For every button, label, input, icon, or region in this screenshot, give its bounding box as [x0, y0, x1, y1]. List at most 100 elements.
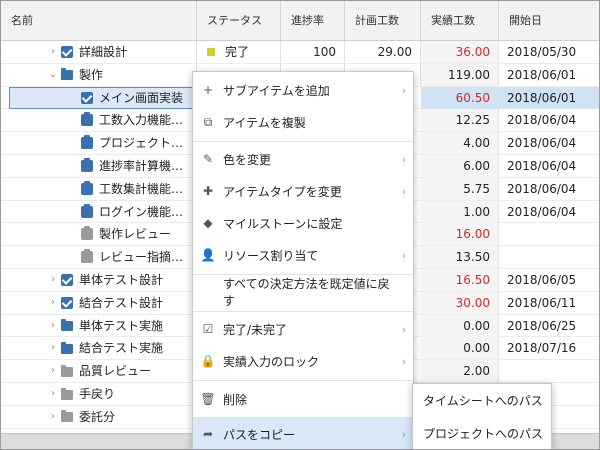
menu-item-reset-defaults[interactable]: すべての決定方法を既定値に戻す — [193, 277, 413, 308]
trash-icon: 🗑 — [200, 392, 216, 406]
menu-item-assign-resource[interactable]: 👤 リソース割り当て › — [193, 240, 413, 270]
row-name: メイン画面実装 — [99, 90, 184, 105]
row-actual: 0.00 — [421, 337, 499, 360]
row-actual: 6.00 — [421, 155, 499, 177]
row-name: 単体テスト実施 — [79, 318, 164, 333]
task-icon — [81, 112, 93, 127]
row-start: 2018/05/30 — [507, 45, 577, 59]
chevron-right-icon[interactable]: › — [47, 360, 59, 382]
folder-icon — [61, 364, 73, 377]
folder-icon — [61, 410, 73, 423]
row-progress: 100 — [281, 41, 345, 63]
row-status: 完了 — [225, 45, 250, 59]
task-icon — [81, 135, 93, 150]
row-name: 品質レビュー — [79, 364, 152, 379]
row-start: 2018/06/04 — [507, 204, 577, 219]
chevron-right-icon: › — [401, 83, 407, 97]
row-plan: 29.00 — [345, 41, 421, 63]
column-header-start-date[interactable]: 開始日 — [499, 1, 599, 41]
row-start: 2018/06/25 — [507, 318, 577, 333]
submenu-item-project-path[interactable]: プロジェクトへのパス — [413, 419, 551, 449]
project-grid-window: 名前 ステータス 進捗率 計画工数 実績工数 開始日 › 詳細設計 完了 100 … — [0, 0, 600, 450]
review-task-icon — [81, 226, 93, 241]
row-start: 2018/06/01 — [507, 67, 577, 82]
menu-item-delete[interactable]: 🗑 削除 — [193, 384, 413, 414]
menu-item-change-color[interactable]: ✎ 色を変更 › — [193, 144, 413, 174]
chevron-right-icon[interactable]: › — [47, 269, 59, 291]
row-actual: 30.00 — [421, 291, 499, 314]
task-icon — [81, 203, 93, 218]
checkbox-checked-icon — [81, 91, 93, 104]
row-name: 工数入力機能… — [99, 113, 184, 128]
menu-separator — [193, 141, 413, 142]
row-name: 進捗率計算機… — [99, 159, 184, 173]
chevron-right-icon[interactable]: › — [47, 41, 59, 63]
row-start: 2018/06/05 — [507, 273, 577, 287]
row-name: プロジェクト… — [99, 136, 184, 151]
column-header-progress[interactable]: 進捗率 — [281, 1, 345, 41]
menu-item-lock-actuals[interactable]: 🔒 実績入力のロック › — [193, 346, 413, 376]
row-actual: 119.00 — [421, 63, 499, 86]
row-start: 2018/06/04 — [507, 159, 577, 173]
chevron-right-icon[interactable]: › — [47, 292, 59, 314]
copy-path-submenu: タイムシートへのパス プロジェクトへのパス — [412, 383, 552, 449]
row-name: 製作 — [79, 67, 104, 82]
chevron-down-icon[interactable]: ⌄ — [47, 64, 59, 86]
submenu-item-timesheet-path[interactable]: タイムシートへのパス — [413, 386, 551, 416]
menu-item-change-type[interactable]: ✚ アイテムタイプを変更 › — [193, 176, 413, 206]
person-add-icon: 👤 — [200, 248, 216, 262]
row-name: 手戻り — [79, 387, 116, 401]
row-name: ログイン機能… — [99, 204, 184, 219]
chevron-right-icon: › — [401, 248, 407, 262]
row-start: 2018/06/04 — [507, 113, 577, 128]
row-actual: 12.25 — [421, 109, 499, 132]
row-name: 結合テスト実施 — [79, 341, 164, 356]
row-actual: 5.75 — [421, 177, 499, 200]
task-icon — [81, 180, 93, 195]
menu-separator — [193, 380, 413, 381]
menu-item-set-milestone[interactable]: ◆ マイルストーンに設定 — [193, 208, 413, 238]
column-header-plan-hours[interactable]: 計画工数 — [345, 1, 421, 41]
row-name: 結合テスト設計 — [79, 295, 164, 310]
menu-item-add-subitem[interactable]: + サブアイテムを追加 › — [193, 75, 413, 105]
chevron-right-icon[interactable]: › — [47, 383, 59, 405]
row-name: 単体テスト設計 — [79, 273, 164, 287]
column-header-name[interactable]: 名前 — [1, 1, 197, 41]
row-name: 工数集計機能… — [99, 181, 184, 196]
chevron-right-icon: › — [401, 184, 407, 198]
chevron-right-icon[interactable]: › — [47, 406, 59, 428]
row-start: 2018/07/16 — [507, 341, 577, 356]
table-row[interactable]: › 詳細設計 完了 100 29.00 36.00 2018/05/30 — [1, 41, 599, 64]
row-start: 2018/06/01 — [499, 86, 599, 109]
row-actual: 16.50 — [421, 269, 499, 291]
checkbox-checked-icon — [61, 46, 73, 58]
menu-item-duplicate[interactable]: ⧉ アイテムを複製 — [193, 107, 413, 137]
row-name: 製作レビュー — [99, 227, 172, 242]
folder-icon — [61, 319, 73, 332]
context-menu: + サブアイテムを追加 › ⧉ アイテムを複製 ✎ 色を変更 › ✚ アイテムタイプを変更 ›… — [192, 71, 414, 449]
row-start: 2018/06/11 — [507, 295, 577, 310]
row-actual: 13.50 — [421, 246, 499, 269]
review-task-icon — [81, 249, 93, 264]
menu-item-copy-path[interactable]: ➦ パスをコピー › — [193, 417, 413, 449]
chevron-right-icon[interactable]: › — [47, 337, 59, 359]
column-header-status[interactable]: ステータス — [197, 1, 281, 41]
row-actual: 60.50 — [421, 86, 499, 109]
puzzle-icon: ✚ — [202, 184, 214, 198]
checkbox-checked-icon — [61, 296, 73, 309]
row-start: 2018/06/04 — [507, 181, 577, 196]
checkbox-icon: ☑ — [202, 322, 214, 336]
chevron-right-icon: › — [401, 354, 407, 368]
row-actual: 4.00 — [421, 132, 499, 155]
row-start: 2018/06/04 — [507, 136, 577, 151]
brush-icon: ✎ — [202, 152, 214, 166]
row-actual: 2.00 — [421, 360, 499, 383]
row-name: 詳細設計 — [79, 45, 128, 59]
menu-item-complete-toggle[interactable]: ☑ 完了/未完了 › — [193, 314, 413, 344]
folder-icon — [61, 387, 73, 400]
column-header-actual-hours[interactable]: 実績工数 — [421, 1, 499, 41]
row-actual: 36.00 — [421, 41, 499, 63]
chevron-right-icon[interactable]: › — [47, 315, 59, 337]
share-arrow-icon: ➦ — [202, 427, 214, 441]
copy-icon: ⧉ — [203, 114, 213, 129]
